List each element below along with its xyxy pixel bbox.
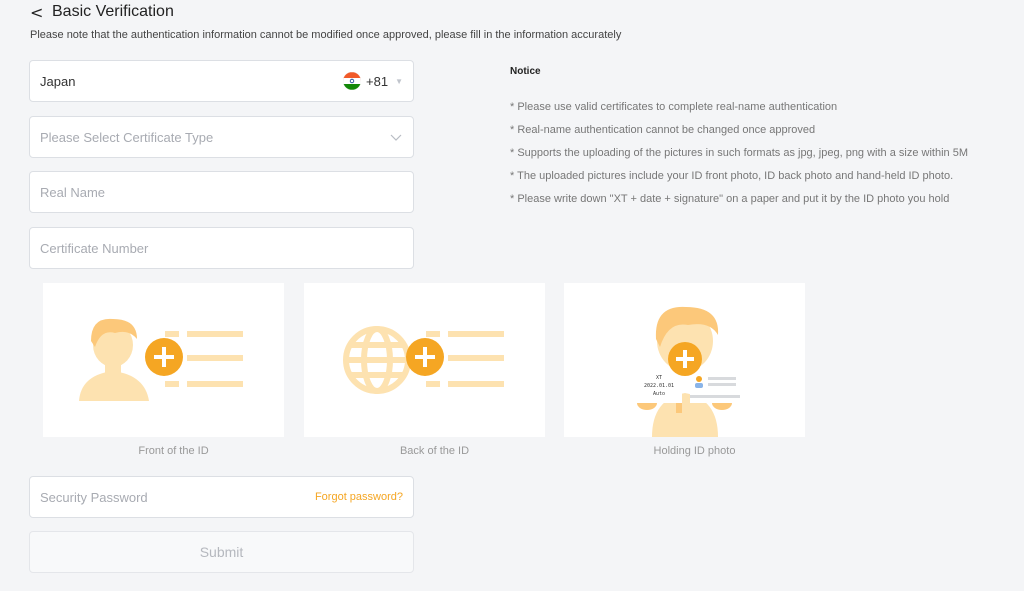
country-code-select[interactable]: +81 ▼ [343,72,403,90]
holding-paper-text: XT 2022.01.01 Auto [634,374,684,398]
upload-holding-label: Holding ID photo [653,445,736,457]
country-value: Japan [40,73,76,89]
plus-icon [145,338,183,376]
notice-item: * The uploaded pictures include your ID … [510,170,954,182]
id-front-illustration [79,318,243,401]
submit-button[interactable]: Submit [29,531,414,573]
certificate-number-placeholder: Certificate Number [40,240,149,256]
plus-icon [406,338,444,376]
paper-line: Auto [652,391,666,397]
certificate-type-select[interactable]: Please Select Certificate Type [29,116,414,158]
country-select[interactable]: Japan +81 ▼ [29,60,414,102]
security-password-input[interactable]: Security Password Forgot password? [29,476,414,518]
page-header: < Basic Verification [30,2,174,22]
id-back-illustration [343,326,504,394]
real-name-input[interactable]: Real Name [29,171,414,213]
notice-item: * Please use valid certificates to compl… [510,101,838,113]
page-subtitle: Please note that the authentication info… [30,29,622,41]
real-name-placeholder: Real Name [40,184,106,200]
id-holding-illustration [630,306,742,437]
flag-icon [343,72,362,90]
security-password-placeholder: Security Password [40,489,148,505]
page-title: Basic Verification [52,3,174,20]
notice-item: * Please write down "XT + date + signatu… [510,193,950,205]
upload-back-label: Back of the ID [399,445,470,457]
plus-icon [668,342,702,376]
paper-line: 2022.01.01 [643,383,675,389]
notice-panel: Notice * Please use valid certificates t… [510,66,1020,211]
caret-down-icon: ▼ [395,76,403,86]
notice-item: * Supports the uploading of the pictures… [510,147,968,159]
certificate-type-placeholder: Please Select Certificate Type [40,129,214,145]
upload-front-label: Front of the ID [138,445,209,457]
upload-front-id[interactable] [43,283,284,437]
upload-holding-id[interactable]: XT 2022.01.01 Auto [564,283,805,437]
notice-item: * Real-name authentication cannot be cha… [510,124,816,136]
notice-title: Notice [510,66,541,77]
upload-back-id[interactable] [304,283,545,437]
certificate-number-input[interactable]: Certificate Number [29,227,414,269]
country-code: +81 [366,73,389,89]
paper-line: XT [655,375,663,381]
chevron-down-icon [390,134,402,141]
forgot-password-link[interactable]: Forgot password? [315,491,403,503]
back-arrow-icon[interactable]: < [30,3,52,22]
